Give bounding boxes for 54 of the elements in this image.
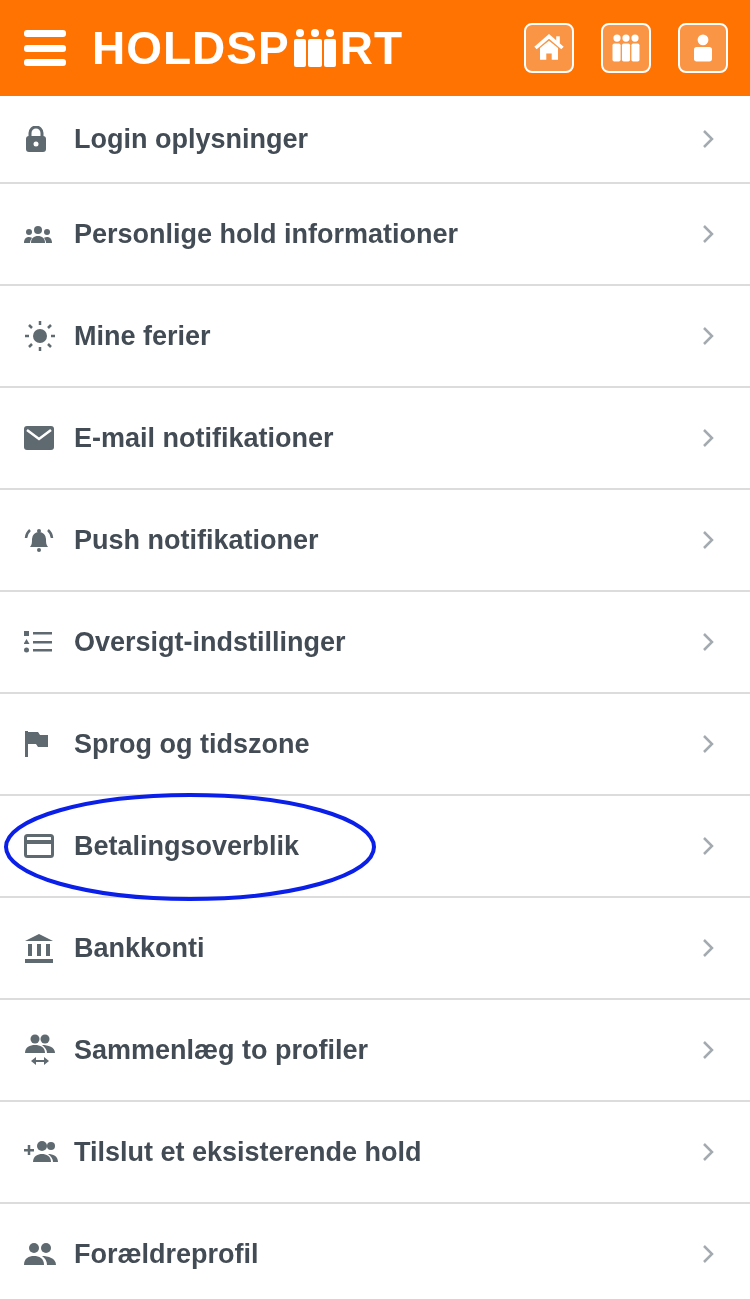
settings-row[interactable]: Login oplysninger [0,96,750,184]
mail-icon [24,426,54,450]
home-icon[interactable] [524,23,574,73]
merge-profiles-icon [24,1034,56,1066]
row-label: Betalingsoverblik [74,830,300,862]
row-label: Bankkonti [74,932,205,964]
row-label: Mine ferier [74,320,211,352]
chevron-right-icon [702,1040,714,1060]
settings-row[interactable]: Mine ferier [0,286,750,388]
settings-row[interactable]: Forældreprofil [0,1204,750,1299]
settings-row[interactable]: Sprog og tidszone [0,694,750,796]
group-icon[interactable] [601,23,651,73]
chevron-right-icon [702,530,714,550]
settings-row[interactable]: Push notifikationer [0,490,750,592]
settings-row[interactable]: Betalingsoverblik [0,796,750,898]
row-label: Login oplysninger [74,123,308,155]
chevron-right-icon [702,734,714,754]
people-logo-icon [291,29,338,67]
logo-text: RT [339,21,403,75]
flag-icon [24,731,48,757]
chevron-right-icon [702,1142,714,1162]
row-label: Forældreprofil [74,1238,259,1270]
chevron-right-icon [702,632,714,652]
settings-row[interactable]: Bankkonti [0,898,750,1000]
lock-icon [24,126,48,152]
sun-icon [24,320,56,352]
row-label: Sammenlæg to profiler [74,1034,369,1066]
bank-icon [24,933,54,963]
menu-icon[interactable] [24,30,66,66]
row-label: Push notifikationer [74,524,319,556]
list-icon [24,630,52,654]
user-icon[interactable] [678,23,728,73]
settings-row[interactable]: Oversigt-indstillinger [0,592,750,694]
group-icon [24,225,52,243]
add-group-icon [24,1140,58,1164]
chevron-right-icon [702,224,714,244]
card-icon [24,834,54,858]
row-label: E-mail notifikationer [74,422,334,454]
people-icon [24,1243,56,1265]
chevron-right-icon [702,428,714,448]
row-label: Sprog og tidszone [74,728,310,760]
logo-text: HOLDSP [92,21,290,75]
chevron-right-icon [702,836,714,856]
row-label: Personlige hold informationer [74,218,459,250]
chevron-right-icon [702,1244,714,1264]
row-label: Tilslut et eksisterende hold [74,1136,422,1168]
chevron-right-icon [702,129,714,149]
settings-row[interactable]: Personlige hold informationer [0,184,750,286]
chevron-right-icon [702,938,714,958]
settings-row[interactable]: E-mail notifikationer [0,388,750,490]
chevron-right-icon [702,326,714,346]
settings-row[interactable]: Tilslut et eksisterende hold [0,1102,750,1204]
row-label: Oversigt-indstillinger [74,626,346,658]
settings-row[interactable]: Sammenlæg to profiler [0,1000,750,1102]
